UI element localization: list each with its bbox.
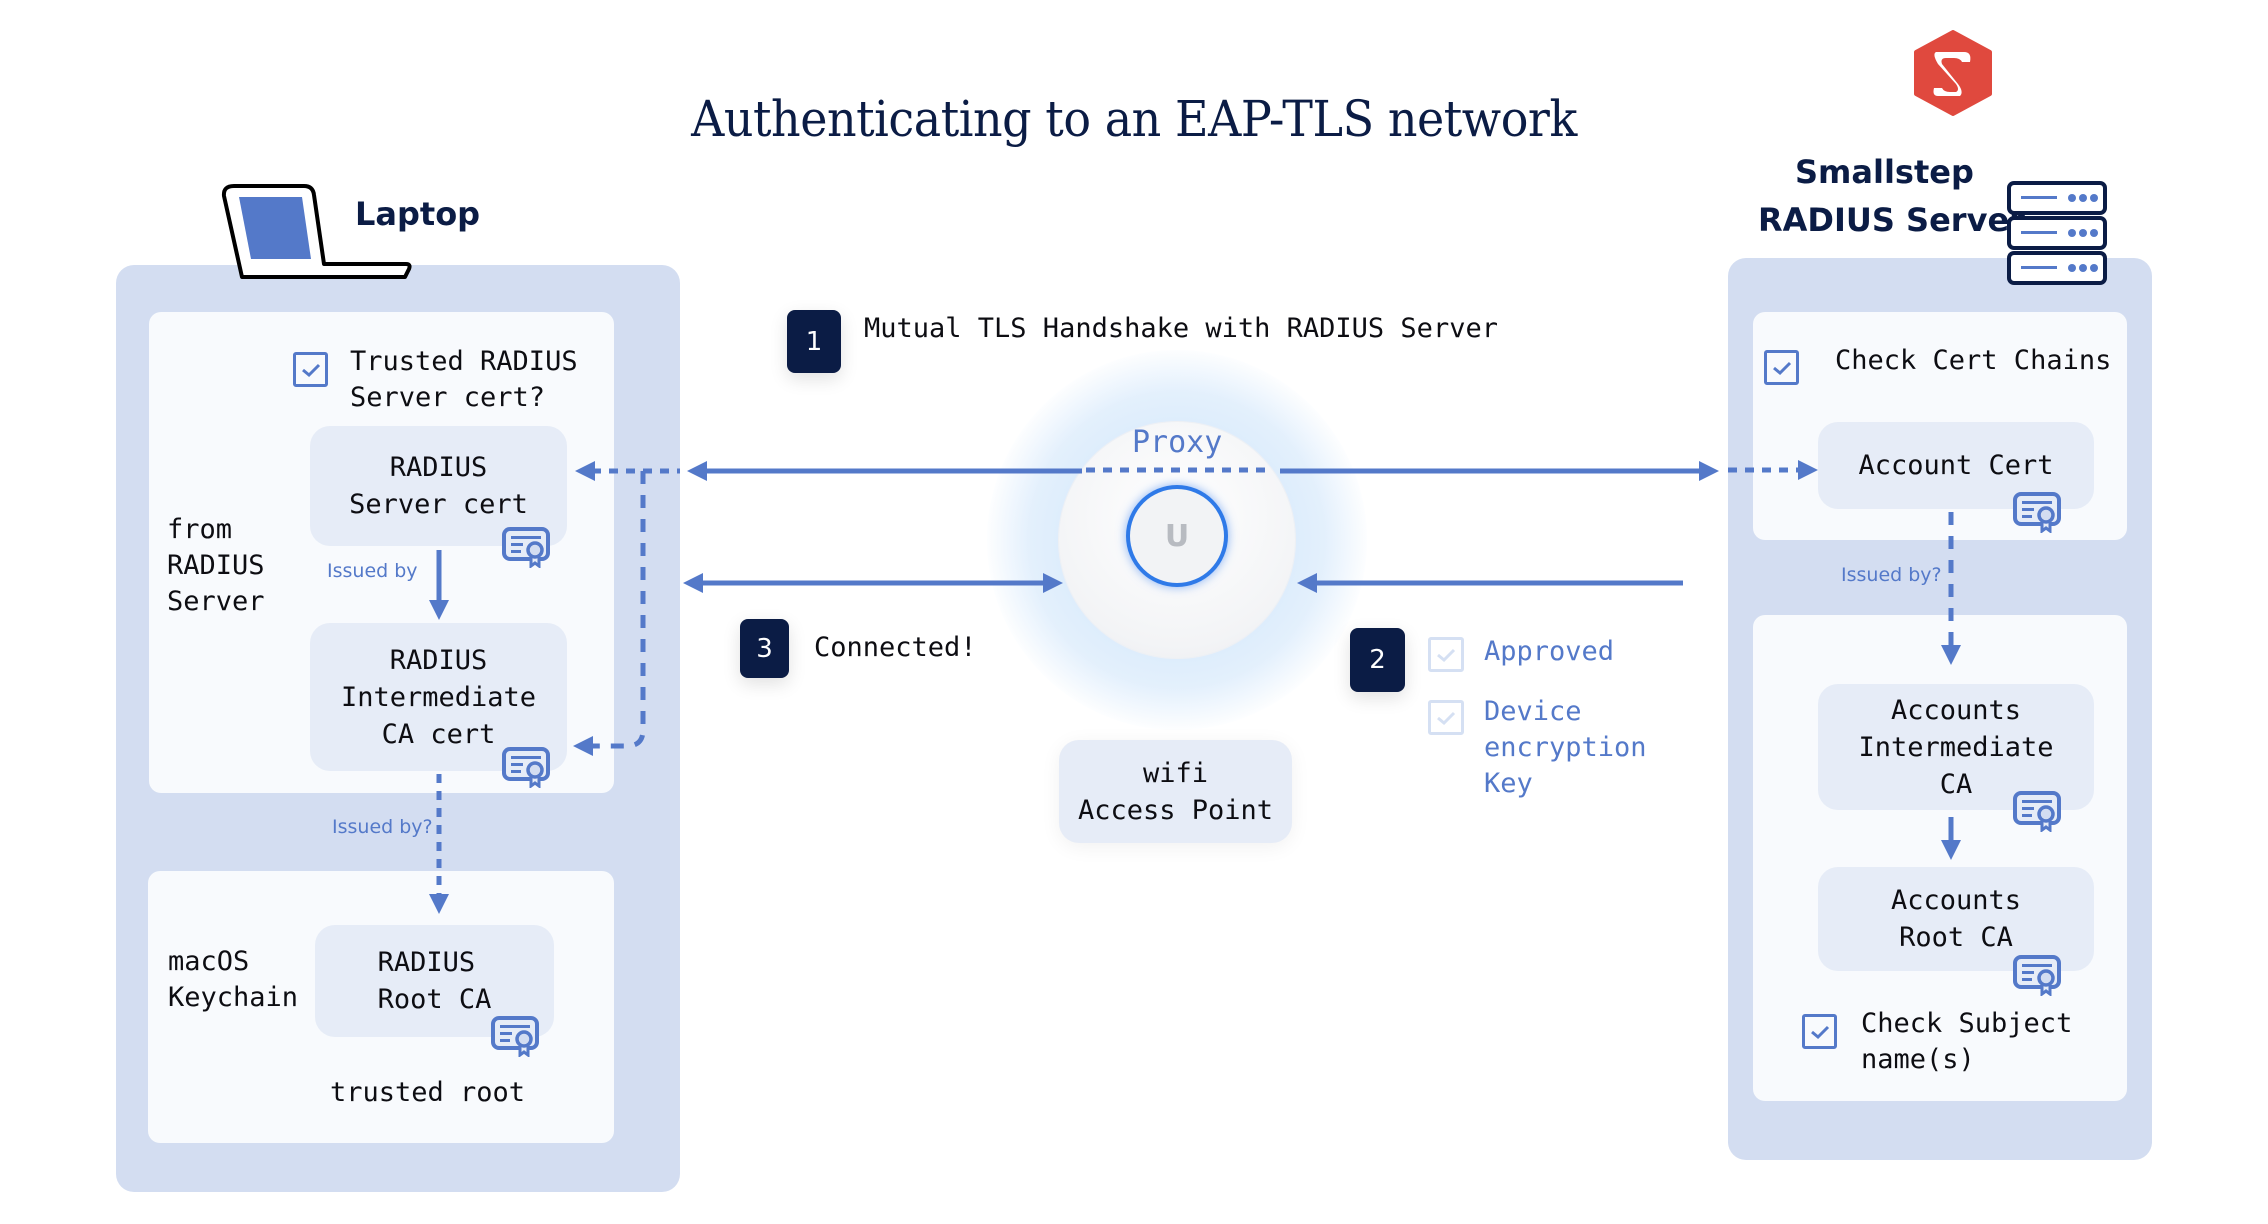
arrowhead-connected-left	[683, 573, 703, 593]
arrowhead-intermediate	[573, 736, 593, 756]
connector-arrows	[429, 460, 1961, 914]
arrowhead-server-issued-by-q	[1941, 645, 1961, 665]
arrowhead-account-cert	[1798, 460, 1818, 480]
arrowhead-server-cert	[575, 461, 595, 481]
arrowhead-approved	[1297, 573, 1317, 593]
arrowhead-left	[687, 461, 707, 481]
arrowhead-issued-by-q	[429, 894, 449, 914]
arrowhead-right	[1699, 461, 1719, 481]
arrowhead-connected-right	[1043, 573, 1063, 593]
dashed-to-intermediate	[592, 471, 646, 749]
arrowhead-server-issued-by	[1941, 840, 1961, 860]
arrowhead-issued-by	[429, 600, 449, 620]
